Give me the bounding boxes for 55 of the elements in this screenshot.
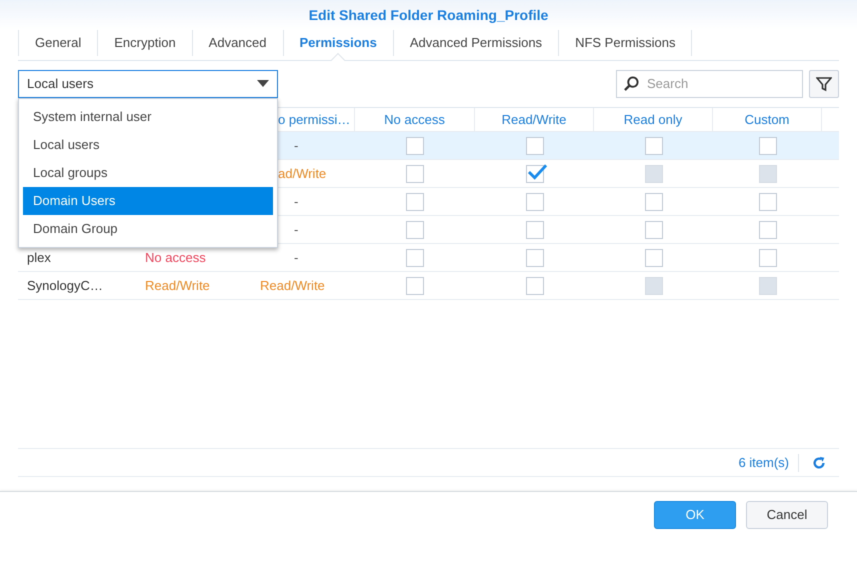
dropdown-option[interactable]: Domain Users [23, 187, 273, 215]
checkbox[interactable] [644, 220, 662, 238]
cancel-button[interactable]: Cancel [746, 501, 828, 529]
filter-icon [816, 76, 832, 92]
dropdown-option[interactable]: Local users [23, 131, 273, 159]
user-name: plex [27, 248, 51, 267]
checkbox[interactable] [526, 248, 544, 266]
checkbox[interactable] [406, 164, 424, 182]
checkbox[interactable] [758, 136, 776, 154]
dropdown-option[interactable]: Local groups [23, 159, 273, 187]
dropdown-option[interactable]: Domain Group [23, 215, 273, 243]
refresh-icon[interactable] [812, 456, 826, 470]
checkbox[interactable] [526, 136, 544, 154]
checkbox[interactable] [526, 276, 544, 294]
permission-text: - [294, 136, 298, 155]
checkbox[interactable] [758, 248, 776, 266]
checkbox[interactable] [406, 192, 424, 210]
permission-text: Read/Write [145, 276, 210, 295]
checkbox[interactable] [406, 136, 424, 154]
permission-text: ad/Write [278, 164, 326, 183]
tab[interactable]: General [18, 30, 98, 56]
item-count: 6 item(s) [738, 454, 790, 472]
dropdown-option[interactable]: System internal user [23, 103, 273, 131]
checkbox[interactable] [644, 192, 662, 210]
column-header[interactable]: Read only [624, 110, 682, 130]
permission-text: - [294, 220, 298, 239]
search-field[interactable]: Search [616, 70, 803, 98]
permission-text: No access [145, 248, 206, 267]
tab[interactable]: Advanced Permissions [392, 30, 558, 56]
search-icon [624, 76, 639, 90]
column-header[interactable]: o permissi… [278, 110, 350, 130]
checkbox[interactable] [406, 276, 424, 294]
permission-text: - [294, 248, 298, 267]
checkbox[interactable] [644, 136, 662, 154]
column-header[interactable]: Custom [744, 110, 790, 130]
tab[interactable]: NFS Permissions [558, 30, 692, 56]
checkbox[interactable] [406, 220, 424, 238]
filter-button[interactable] [809, 70, 839, 98]
tab[interactable]: Encryption [97, 30, 192, 56]
checkbox[interactable] [526, 192, 544, 210]
column-header[interactable]: Read/Write [502, 110, 566, 130]
check-icon [528, 164, 546, 180]
checkbox[interactable] [758, 220, 776, 238]
checkbox[interactable] [644, 248, 662, 266]
user-type-dropdown[interactable]: Local users [18, 70, 278, 98]
permission-text: Read/Write [260, 276, 325, 295]
tab[interactable]: Advanced [192, 30, 282, 56]
checkbox[interactable] [526, 220, 544, 238]
caret-icon [257, 80, 269, 87]
checkbox[interactable] [758, 192, 776, 210]
checkbox[interactable] [406, 248, 424, 266]
window-title: Edit Shared Folder Roaming_Profile [308, 6, 548, 25]
user-name: SynologyC… [27, 276, 103, 295]
permission-text: - [294, 192, 298, 211]
column-header[interactable]: No access [384, 110, 445, 130]
